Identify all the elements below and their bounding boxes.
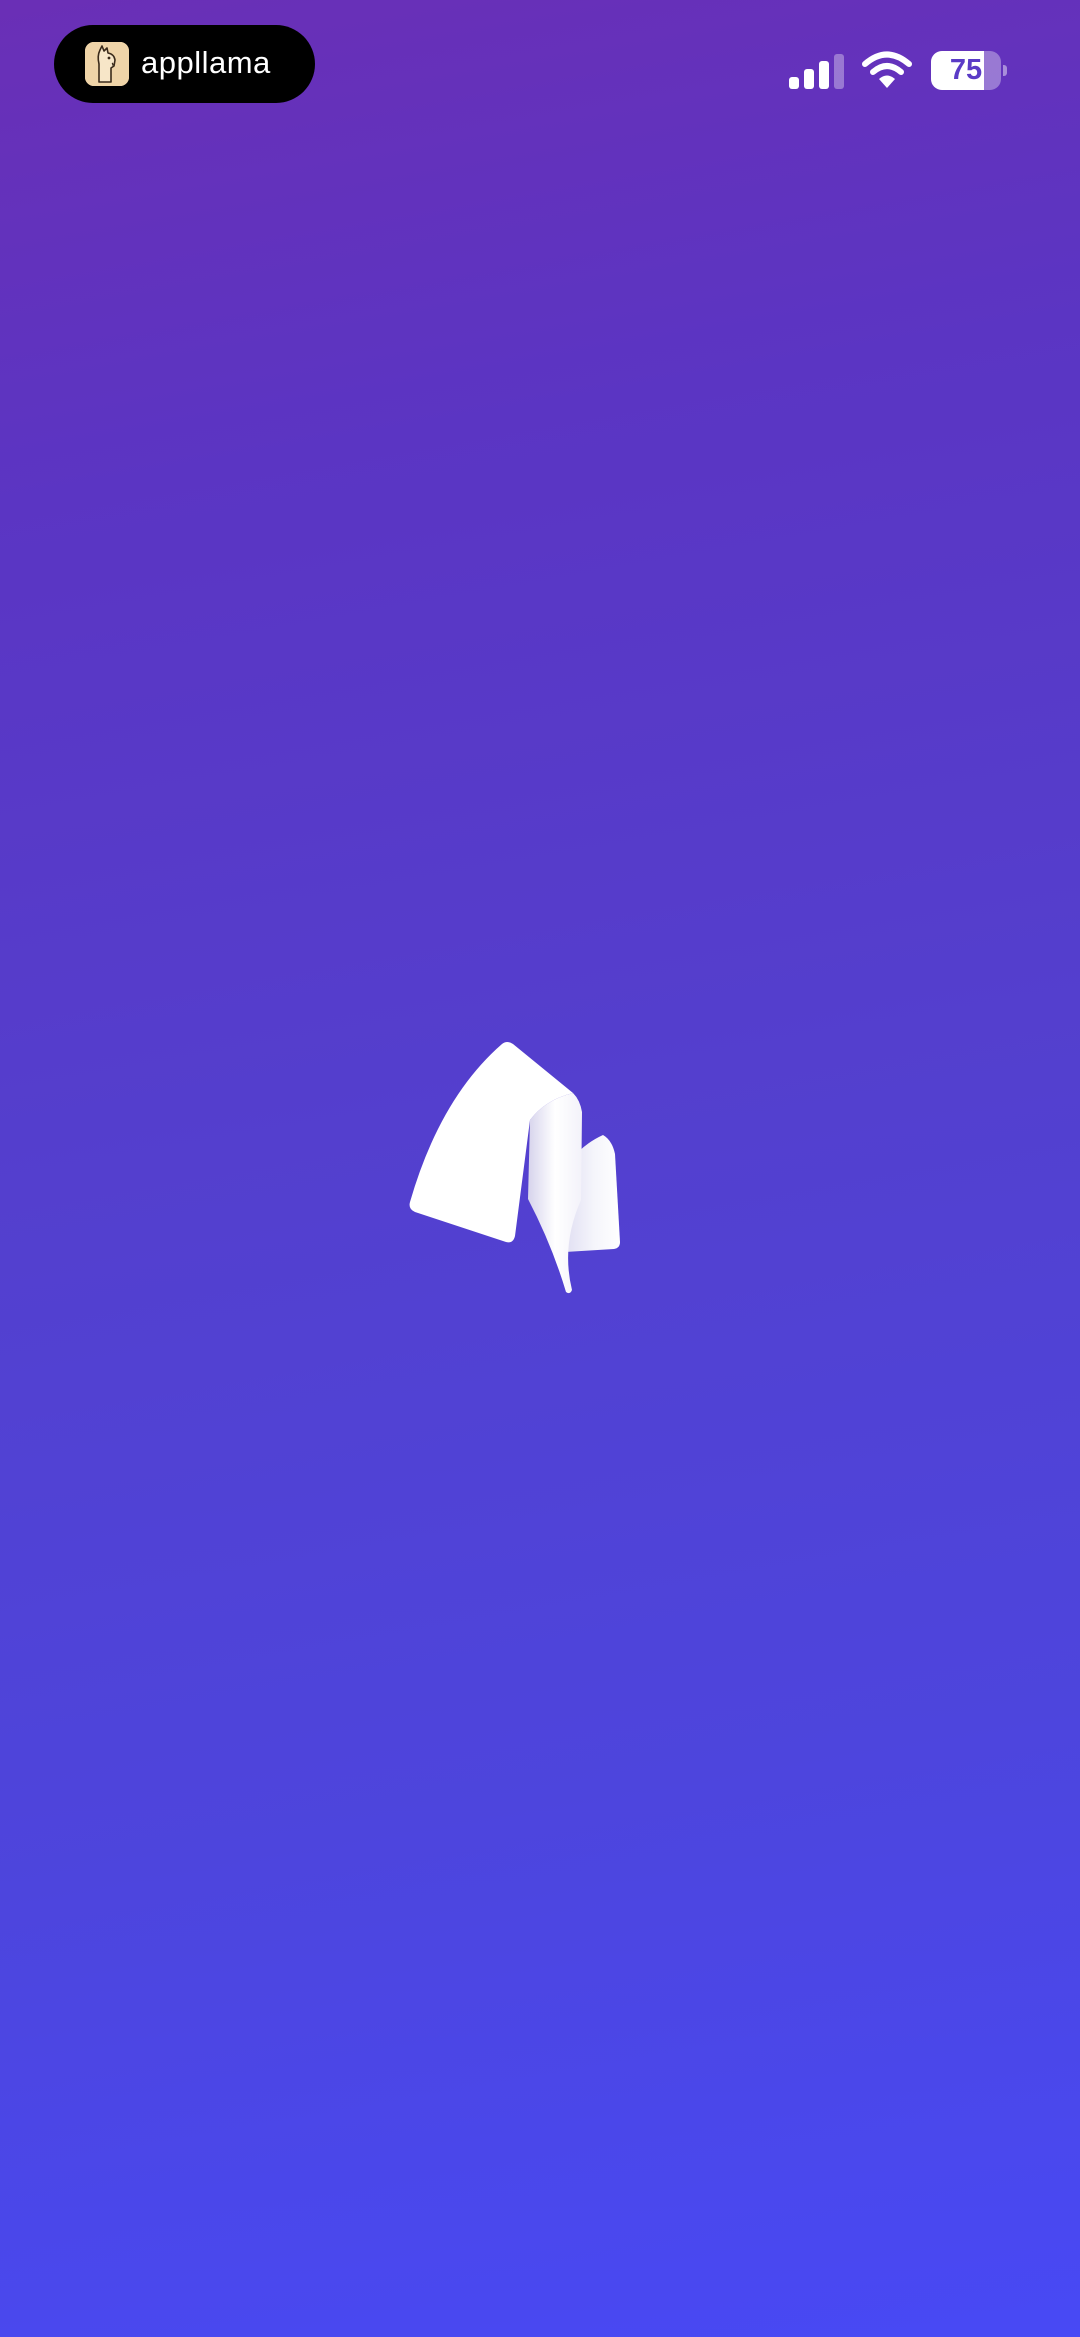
battery-tip [1003,65,1007,76]
app-logo-icon [405,1040,675,1300]
battery-body: 75 [931,51,1001,90]
llama-icon [85,42,129,86]
battery-level: 75 [949,54,983,86]
cellular-signal-icon [789,54,845,89]
brand-name: appllama [141,45,271,80]
status-bar: appllama 75 [0,0,1080,140]
brand-pill: appllama [54,25,315,103]
wifi-icon [862,50,912,90]
battery-indicator: 75 [931,51,1007,90]
